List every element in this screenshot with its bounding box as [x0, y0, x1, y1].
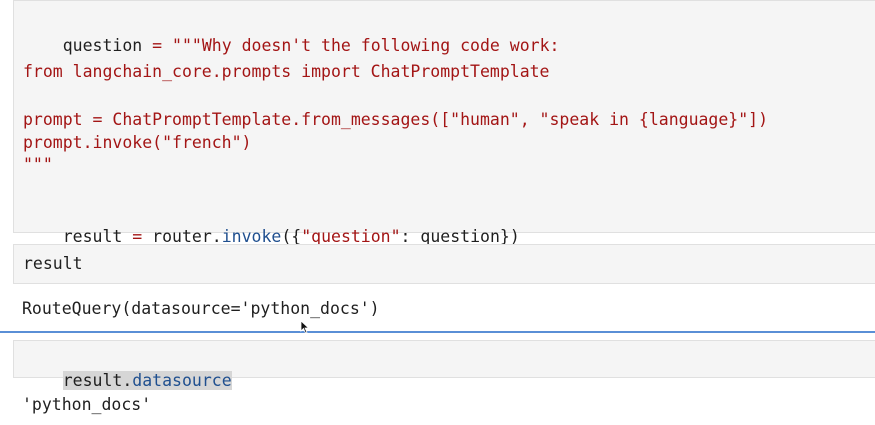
code-line-invoke: prompt.invoke("french"): [23, 133, 252, 152]
code-line-import: from langchain_core.prompts import ChatP…: [23, 62, 550, 81]
cell-2-output: RouteQuery(datasource='python_docs'): [22, 299, 380, 318]
cell-3-output: 'python_docs': [22, 395, 152, 414]
code-cell-1[interactable]: question = """Why doesn't the following …: [13, 0, 875, 246]
code-token: datasource: [132, 371, 232, 390]
code-token: result.: [62, 371, 133, 390]
code-token: question: [62, 36, 143, 55]
code-token: =: [142, 36, 173, 55]
code-token: """Why doesn't the following code work:: [172, 36, 560, 55]
code-line-question: question = """Why doesn't the following …: [23, 13, 560, 55]
selected-text: result.datasource: [62, 371, 232, 390]
code-line-result-expr: result: [23, 254, 83, 273]
mouse-pointer-icon: [300, 320, 310, 334]
code-cell-2[interactable]: result: [13, 244, 875, 284]
code-cell-3[interactable]: result.datasource: [13, 340, 875, 390]
active-cell-divider: [0, 331, 875, 333]
code-line-prompt: prompt = ChatPromptTemplate.from_message…: [23, 110, 769, 129]
code-line-result: result = router.invoke({"question": ques…: [23, 204, 520, 246]
code-line-datasource: result.datasource: [23, 348, 232, 390]
code-line-close-quote: """: [23, 155, 53, 174]
